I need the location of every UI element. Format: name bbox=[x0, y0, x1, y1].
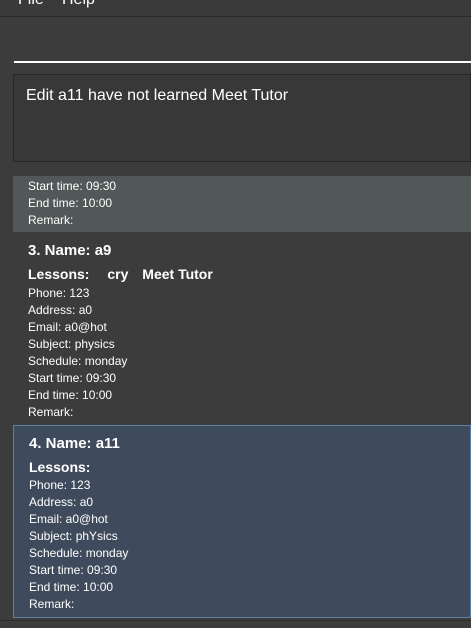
phone: Phone: 123 bbox=[28, 286, 90, 300]
lessons-row: Lessons: bbox=[29, 459, 100, 475]
result-text: Edit a11 have not learned Meet Tutor bbox=[26, 87, 289, 104]
lesson-tag: Meet Tutor bbox=[142, 266, 213, 282]
card-title: 4. Name: a11 bbox=[29, 435, 120, 452]
command-box bbox=[14, 22, 471, 64]
email: Email: a0@hot bbox=[29, 512, 108, 526]
person-card[interactable]: 3. Name: a9 Lessons: cry Meet Tutor Phon… bbox=[13, 232, 471, 425]
menu-help[interactable]: Help bbox=[62, 0, 95, 9]
result-display: Edit a11 have not learned Meet Tutor bbox=[13, 74, 471, 162]
command-underline bbox=[14, 61, 471, 63]
start-time: Start time: 09:30 bbox=[28, 179, 117, 193]
lessons-label: Lessons: bbox=[28, 266, 90, 282]
command-input[interactable] bbox=[14, 22, 471, 62]
remark: Remark: bbox=[29, 597, 75, 611]
phone: Phone: 123 bbox=[29, 478, 91, 492]
address: Address: a0 bbox=[28, 303, 93, 317]
email: Email: a0@hot bbox=[28, 320, 107, 334]
remark: Remark: bbox=[28, 405, 74, 419]
start-time: Start time: 09:30 bbox=[29, 563, 118, 577]
end-time: End time: 10:00 bbox=[28, 196, 113, 210]
person-card-partial[interactable]: Start time: 09:30 End time: 10:00 Remark… bbox=[13, 176, 471, 232]
subject: Subject: phYsics bbox=[29, 529, 118, 543]
card-title: 3. Name: a9 bbox=[28, 242, 112, 259]
lessons-label: Lessons: bbox=[29, 459, 91, 475]
schedule: Schedule: monday bbox=[29, 546, 129, 560]
lesson-tag: cry bbox=[107, 266, 129, 282]
end-time: End time: 10:00 bbox=[28, 388, 113, 402]
person-list[interactable]: Start time: 09:30 End time: 10:00 Remark… bbox=[0, 170, 471, 628]
person-card-selected[interactable]: 4. Name: a11 Lessons: Phone: 123 Address… bbox=[13, 425, 471, 618]
schedule: Schedule: monday bbox=[28, 354, 128, 368]
address: Address: a0 bbox=[29, 495, 94, 509]
list-bottom-divider bbox=[0, 620, 471, 621]
remark: Remark: bbox=[28, 213, 74, 227]
lessons-row: Lessons: cry Meet Tutor bbox=[28, 266, 223, 282]
end-time: End time: 10:00 bbox=[29, 580, 114, 594]
menu-file[interactable]: File bbox=[18, 0, 44, 9]
start-time: Start time: 09:30 bbox=[28, 371, 117, 385]
menu-bar: File Help bbox=[0, 0, 471, 17]
subject: Subject: physics bbox=[28, 337, 115, 351]
